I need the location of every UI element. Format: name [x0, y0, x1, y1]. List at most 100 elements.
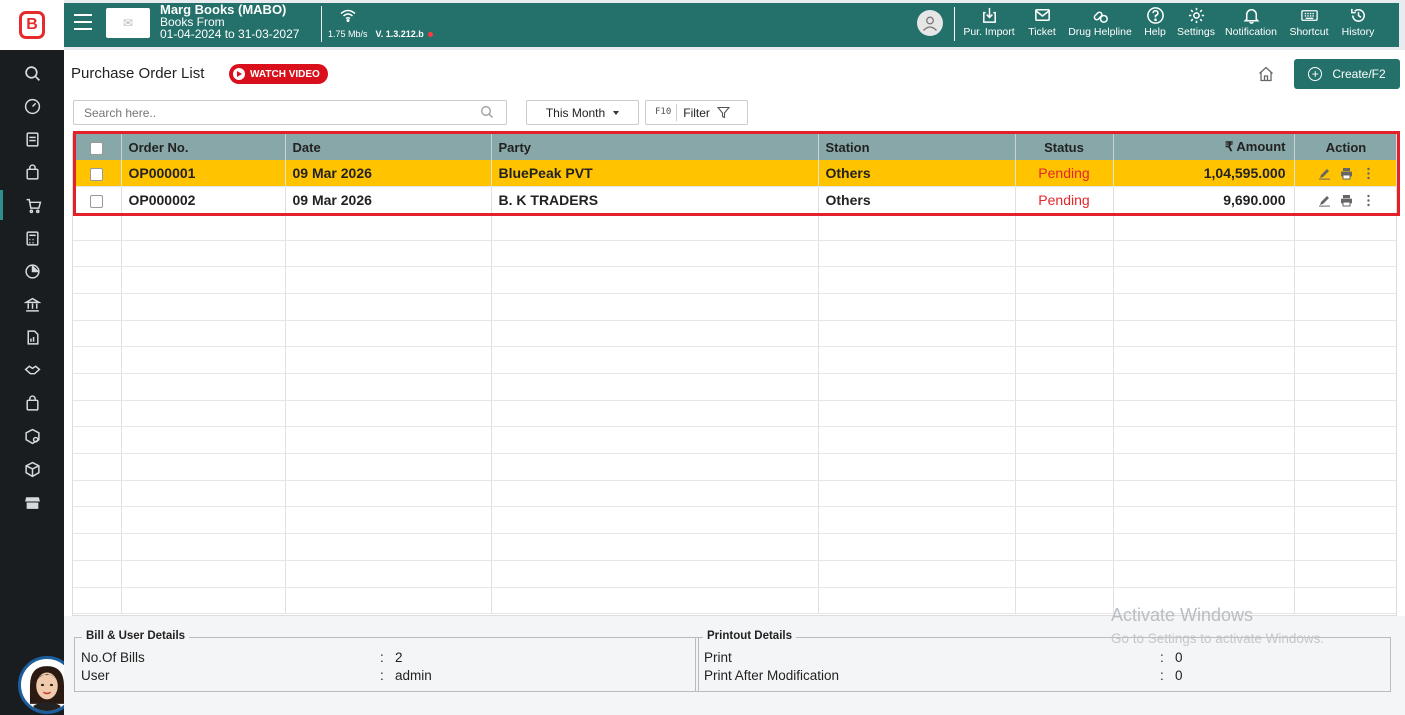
printout-title: Printout Details	[703, 630, 796, 642]
bill-user-details: Bill & User Details No.Of Bills : 2 User…	[74, 630, 699, 692]
wifi-icon	[340, 9, 356, 25]
network-status: 1.75 Mb/s V. 1.3.212.b	[328, 29, 433, 39]
network-speed: 1.75 Mb/s	[328, 29, 368, 39]
status-cell: Pending	[1015, 160, 1114, 188]
row-checkbox[interactable]	[73, 160, 122, 188]
table-row[interactable]: OP000001 09 Mar 2026 BluePeak PVT Others…	[73, 160, 1396, 188]
row-checkbox[interactable]	[73, 186, 122, 214]
sidebar-store-icon[interactable]	[0, 487, 64, 517]
user-colon: :	[380, 668, 384, 683]
table-row[interactable]: OP000002 09 Mar 2026 B. K TRADERS Others…	[73, 186, 1396, 214]
print-colon: :	[1160, 650, 1164, 665]
pur-import-button[interactable]: Pur. Import	[956, 3, 1022, 47]
period-dropdown[interactable]: This Month	[526, 100, 639, 125]
sidebar-nav	[0, 58, 64, 520]
mail-icon	[1034, 9, 1050, 22]
sidebar-search-icon[interactable]	[0, 58, 64, 88]
sidebar-cart-icon[interactable]	[0, 190, 64, 220]
print-after-modification-value: 0	[1175, 668, 1183, 683]
top-header: ✉ Marg Books (MABO) Books From 01-04-202…	[64, 3, 1399, 47]
menu-icon[interactable]	[74, 14, 92, 30]
notification-button[interactable]: Notification	[1220, 3, 1282, 47]
books-period: 01-04-2024 to 31-03-2027	[160, 27, 300, 41]
party-cell: B. K TRADERS	[491, 186, 819, 214]
filter-button[interactable]: F10 Filter	[645, 100, 748, 125]
sidebar-cube-icon[interactable]	[0, 454, 64, 484]
activate-windows-title: Activate Windows	[1111, 605, 1254, 625]
sidebar: B	[0, 0, 76, 715]
more-options-icon[interactable]	[1362, 194, 1375, 207]
user-value: admin	[395, 668, 432, 683]
history-icon	[1350, 8, 1365, 22]
filter-shortcut-key: F10	[646, 104, 678, 121]
column-header-party[interactable]: Party	[491, 134, 819, 160]
empty-row	[73, 266, 1396, 294]
history-button[interactable]: History	[1336, 3, 1380, 47]
empty-row	[73, 240, 1396, 268]
header-actions: Pur. Import Ticket Drug Helpline Help Se…	[956, 3, 1380, 47]
sidebar-dashboard-icon[interactable]	[0, 91, 64, 121]
sidebar-box-settings-icon[interactable]	[0, 421, 64, 451]
empty-row	[73, 373, 1396, 401]
home-icon[interactable]	[1257, 65, 1275, 86]
print-icon[interactable]	[1340, 194, 1353, 207]
date-cell: 09 Mar 2026	[285, 160, 492, 188]
sidebar-handshake-icon[interactable]	[0, 355, 64, 385]
empty-row	[73, 533, 1396, 561]
app-logo-icon: B	[19, 11, 45, 39]
sidebar-document-icon[interactable]	[0, 124, 64, 154]
amount-cell: 9,690.000	[1113, 186, 1295, 214]
drug-icon	[1093, 11, 1108, 23]
action-cell	[1294, 186, 1396, 214]
funnel-icon	[716, 106, 730, 119]
column-header-date[interactable]: Date	[285, 134, 492, 160]
no-of-bills-label: No.Of Bills	[81, 650, 145, 665]
sidebar-calculator-icon[interactable]	[0, 223, 64, 253]
no-of-bills-colon: :	[380, 650, 384, 665]
shortcut-button[interactable]: Shortcut	[1282, 3, 1336, 47]
print-icon[interactable]	[1340, 167, 1353, 180]
sidebar-bank-icon[interactable]	[0, 289, 64, 319]
keyboard-icon	[1300, 10, 1318, 21]
edit-icon[interactable]	[1318, 167, 1331, 180]
sidebar-pie-chart-icon[interactable]	[0, 256, 64, 286]
action-cell	[1294, 160, 1396, 188]
empty-row	[73, 293, 1396, 321]
column-header-order-no[interactable]: Order No.	[121, 134, 286, 160]
table-header-row: Order No. Date Party Station Status ₹ Am…	[73, 134, 1396, 160]
print-after-modification-colon: :	[1160, 668, 1164, 683]
settings-button[interactable]: Settings	[1172, 3, 1220, 47]
edit-icon[interactable]	[1318, 194, 1331, 207]
create-button[interactable]: + Create/F2	[1294, 59, 1400, 89]
app-version: V. 1.3.212.b	[375, 29, 424, 39]
play-icon	[233, 68, 245, 80]
more-options-icon[interactable]	[1362, 167, 1375, 180]
company-info[interactable]: Marg Books (MABO) Books From 01-04-2024 …	[160, 3, 300, 41]
empty-row	[73, 426, 1396, 455]
empty-row	[73, 453, 1396, 481]
sidebar-shopping-icon[interactable]	[0, 388, 64, 418]
search-input[interactable]	[73, 100, 507, 125]
print-label: Print	[704, 650, 732, 665]
sidebar-bag-icon[interactable]	[0, 157, 64, 187]
search-icon[interactable]	[480, 105, 494, 122]
empty-row	[73, 213, 1396, 241]
empty-row	[73, 346, 1396, 374]
help-button[interactable]: Help	[1138, 3, 1172, 47]
column-header-action: Action	[1294, 134, 1396, 160]
party-cell: BluePeak PVT	[491, 160, 819, 188]
status-dot	[427, 32, 433, 37]
watch-video-button[interactable]: WATCH VIDEO	[229, 64, 328, 84]
sidebar-report-icon[interactable]	[0, 322, 64, 352]
ticket-button[interactable]: Ticket	[1022, 3, 1062, 47]
empty-row	[73, 480, 1396, 508]
column-header-station[interactable]: Station	[818, 134, 1016, 160]
user-avatar-icon[interactable]	[917, 10, 943, 36]
drug-helpline-button[interactable]: Drug Helpline	[1062, 3, 1138, 47]
station-cell: Others	[818, 186, 1016, 214]
column-header-status[interactable]: Status	[1015, 134, 1114, 160]
app-logo[interactable]: B	[0, 0, 64, 50]
plus-icon: +	[1308, 67, 1323, 81]
column-header-amount[interactable]: ₹ Amount	[1113, 134, 1295, 160]
select-all-checkbox[interactable]	[73, 134, 122, 160]
